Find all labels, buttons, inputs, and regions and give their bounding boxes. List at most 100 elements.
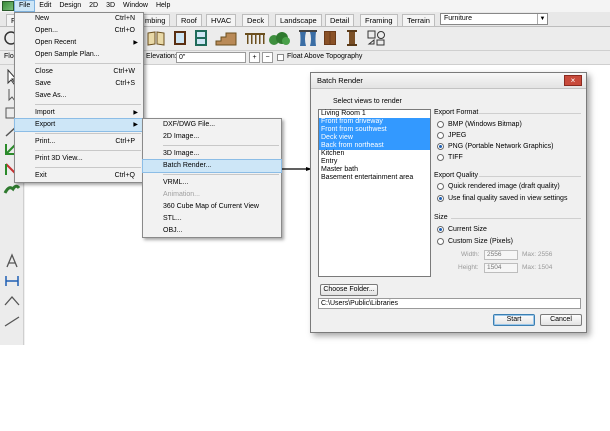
file-import-label: Import — [35, 109, 55, 116]
file-print[interactable]: Print... Ctrl+P — [15, 136, 143, 148]
file-open-sample[interactable]: Open Sample Plan... — [15, 49, 143, 61]
view-item[interactable]: Front from driveway — [319, 118, 430, 126]
menu-2d[interactable]: 2D — [85, 0, 102, 12]
menu-window[interactable]: Window — [119, 0, 152, 12]
format-bmp-radio[interactable]: BMP (Windows Bitmap) — [437, 121, 522, 128]
tab-framing[interactable]: Framing — [360, 14, 398, 26]
file-close-shortcut: Ctrl+W — [113, 68, 135, 75]
tab-terrain[interactable]: Terrain — [402, 14, 435, 26]
file-close[interactable]: Close Ctrl+W — [15, 66, 143, 78]
tab-plumbing[interactable]: mbing — [140, 14, 171, 26]
view-item[interactable]: Kitchen — [319, 150, 430, 158]
tab-landscape[interactable]: Landscape — [275, 14, 322, 26]
view-item[interactable]: Basement entertainment area — [319, 174, 430, 182]
menu-edit[interactable]: Edit — [35, 0, 55, 12]
stairs-object-icon[interactable] — [214, 29, 238, 47]
tab-detail[interactable]: Detail — [325, 14, 355, 26]
file-open-recent[interactable]: Open Recent ▶ — [15, 37, 143, 49]
symbol-shapes-icon[interactable] — [366, 29, 388, 47]
file-open[interactable]: Open... Ctrl+O — [15, 25, 143, 37]
export-obj[interactable]: OBJ... — [143, 225, 281, 237]
library-category-select[interactable]: Furniture ▼ — [440, 13, 548, 25]
format-tiff-radio[interactable]: TIFF — [437, 154, 463, 161]
dimension-tool-icon[interactable] — [3, 273, 21, 289]
export-2d-image[interactable]: 2D Image... — [143, 131, 281, 143]
file-save-as[interactable]: Save As... — [15, 90, 143, 102]
group-divider — [479, 176, 581, 177]
door-object-icon[interactable] — [193, 29, 209, 47]
batch-render-dialog: Batch Render × Select views to render Li… — [310, 72, 587, 333]
export-vrml[interactable]: VRML... — [143, 177, 281, 189]
export-3d-image[interactable]: 3D Image... — [143, 148, 281, 160]
file-exit[interactable]: Exit Ctrl+Q — [15, 170, 143, 182]
start-button[interactable]: Start — [493, 314, 535, 326]
radio-dot — [437, 132, 444, 139]
close-icon[interactable]: × — [564, 75, 582, 86]
size-label: Size — [434, 214, 448, 221]
export-stl[interactable]: STL... — [143, 213, 281, 225]
chevron-down-icon: ▼ — [537, 14, 547, 24]
book-library-icon[interactable] — [146, 29, 166, 47]
height-max: Max: 1504 — [522, 264, 553, 271]
format-png-radio[interactable]: PNG (Portable Network Graphics) — [437, 143, 553, 150]
file-print-3d[interactable]: Print 3D View... — [15, 153, 143, 165]
view-item[interactable]: Front from southwest — [319, 126, 430, 134]
view-item[interactable]: Entry — [319, 158, 430, 166]
height-input: 1504 — [484, 263, 518, 273]
export-dxf-dwg[interactable]: DXF/DWG File... — [143, 119, 281, 131]
railing-object-icon[interactable] — [244, 29, 266, 47]
view-item[interactable]: Master bath — [319, 166, 430, 174]
curtain-object-icon[interactable] — [298, 29, 318, 47]
export-stl-label: STL... — [163, 215, 182, 222]
size-current-radio[interactable]: Current Size — [437, 226, 487, 233]
export-batch-render[interactable]: Batch Render... — [142, 159, 282, 173]
view-item[interactable]: Living Room 1 — [319, 110, 430, 118]
tab-roof[interactable]: Roof — [176, 14, 202, 26]
menu-design[interactable]: Design — [55, 0, 85, 12]
format-jpeg-label: JPEG — [448, 132, 467, 139]
file-save[interactable]: Save Ctrl+S — [15, 78, 143, 90]
menu-3d[interactable]: 3D — [102, 0, 119, 12]
window-object-icon[interactable] — [172, 29, 188, 47]
quality-final-radio[interactable]: Use final quality saved in view settings — [437, 195, 567, 202]
format-jpeg-radio[interactable]: JPEG — [437, 132, 466, 139]
float-checkbox[interactable] — [277, 54, 284, 61]
file-export[interactable]: Export ▶ — [14, 118, 144, 132]
menu-bar: File Edit Design 2D 3D Window Help — [0, 0, 610, 12]
views-listbox[interactable]: Living Room 1 Front from driveway Front … — [318, 109, 431, 277]
elevation-input[interactable]: 0" — [176, 52, 246, 63]
text-tool-icon[interactable] — [3, 253, 21, 269]
tab-deck[interactable]: Deck — [242, 14, 270, 26]
radio-dot — [437, 226, 444, 233]
plus-icon[interactable]: + — [249, 52, 260, 63]
minus-icon[interactable]: − — [262, 52, 273, 63]
roof-tool-icon[interactable] — [3, 293, 21, 309]
elevation-label: Elevation: — [146, 53, 177, 60]
dialog-titlebar[interactable]: Batch Render × — [311, 73, 586, 89]
view-item[interactable]: Deck view — [319, 134, 430, 142]
quality-draft-radio[interactable]: Quick rendered image (draft quality) — [437, 183, 560, 190]
size-custom-radio[interactable]: Custom Size (Pixels) — [437, 238, 513, 245]
file-save-shortcut: Ctrl+S — [115, 80, 135, 87]
menu-help[interactable]: Help — [152, 0, 174, 12]
file-new[interactable]: New Ctrl+N — [15, 13, 143, 25]
file-import[interactable]: Import ▶ — [15, 107, 143, 119]
menu-separator — [163, 174, 279, 175]
cabinet-object-icon[interactable] — [322, 29, 338, 47]
shrub-object-icon[interactable] — [268, 29, 290, 47]
export-360-cube-map[interactable]: 360 Cube Map of Current View — [143, 201, 281, 213]
export-dxf-label: DXF/DWG File... — [163, 121, 216, 128]
choose-folder-button[interactable]: Choose Folder... — [320, 284, 378, 296]
view-item[interactable]: Back from northeast — [319, 142, 430, 150]
radio-dot — [437, 121, 444, 128]
cancel-button[interactable]: Cancel — [540, 314, 582, 326]
column-object-icon[interactable] — [344, 29, 360, 47]
tab-hvac[interactable]: HVAC — [206, 14, 237, 26]
radio-dot — [437, 195, 444, 202]
slope-tool-icon[interactable] — [3, 313, 21, 329]
output-path-field[interactable]: C:\Users\Public\Libraries — [318, 298, 581, 309]
export-animation-label: Animation... — [163, 191, 200, 198]
menu-file[interactable]: File — [14, 0, 36, 12]
options-partial-label: Flo — [4, 53, 14, 60]
hedge-tool-icon[interactable] — [3, 181, 21, 197]
